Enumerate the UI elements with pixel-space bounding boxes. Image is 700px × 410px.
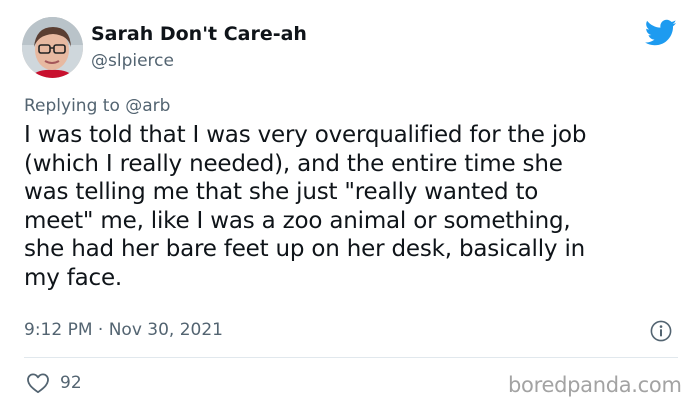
avatar[interactable] [22, 17, 83, 78]
replying-to-label: Replying to [24, 96, 126, 116]
tweet-timestamp[interactable]: 9:12 PM · Nov 30, 2021 [24, 320, 223, 340]
like-count: 92 [60, 373, 82, 393]
twitter-bird-icon[interactable] [645, 19, 677, 47]
heart-icon [27, 373, 49, 394]
tweet-text: I was told that I was very overqualified… [24, 122, 587, 291]
info-icon[interactable] [650, 320, 672, 342]
avatar-photo [22, 17, 83, 78]
author-display-name[interactable]: Sarah Don't Care-ah [91, 23, 307, 45]
watermark: boredpanda.com [508, 373, 682, 397]
like-button[interactable]: 92 [26, 372, 82, 394]
reply-target-link[interactable]: @arb [125, 96, 170, 116]
author-handle[interactable]: @slpierce [91, 51, 174, 71]
replying-to: Replying to @arb [24, 96, 170, 116]
divider [24, 357, 678, 358]
